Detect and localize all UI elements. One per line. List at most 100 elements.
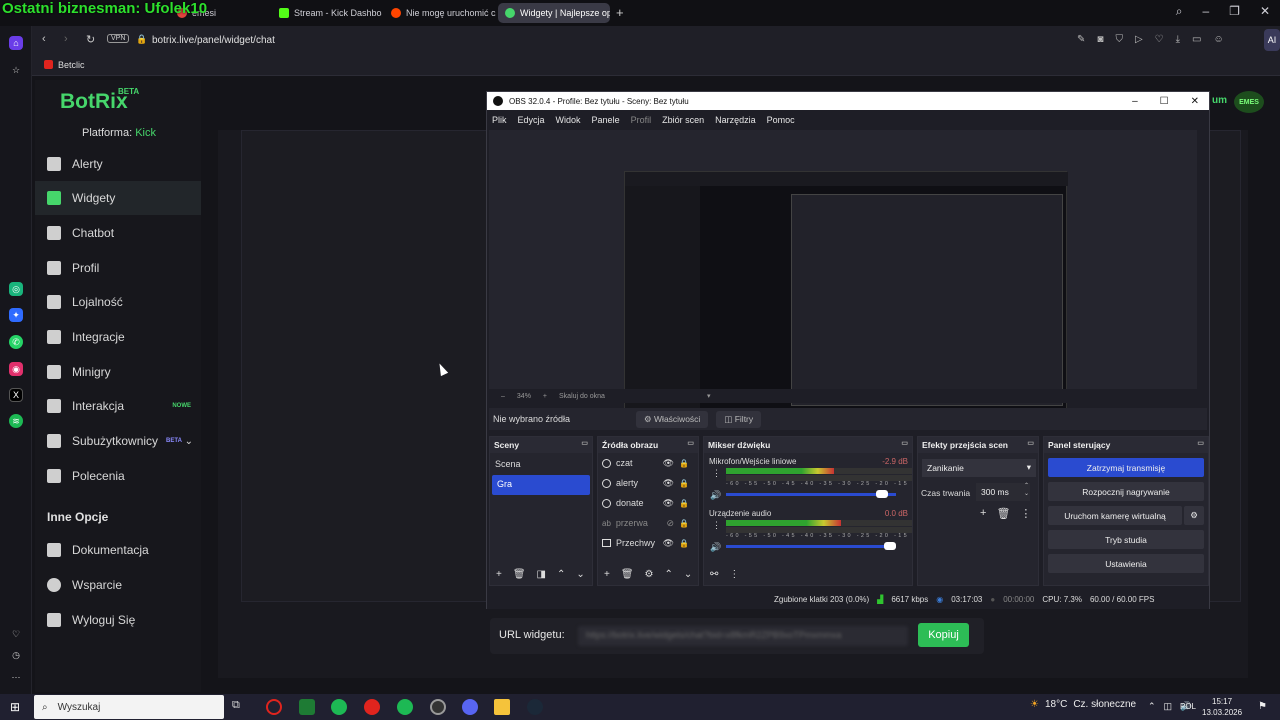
search-tabs-icon[interactable]: ⌕ [1176,4,1183,19]
copy-button[interactable]: Kopiuj [918,623,969,647]
eye-icon[interactable]: 👁 [663,538,674,549]
chevron-down-icon[interactable]: ⌄ [185,436,193,447]
volume-slider[interactable] [726,542,896,550]
menu-profil[interactable]: Profil [631,115,652,125]
stop-stream-button[interactable]: Zatrzymaj transmisję [1048,458,1204,477]
weather-widget[interactable]: ☀ 18°C Cz. słoneczne [1030,699,1136,710]
obs-minimize-button[interactable]: – [1132,96,1138,107]
network-icon[interactable]: ◫ [1164,701,1173,712]
nav-integracje[interactable]: Integracje [35,320,201,354]
add-icon[interactable]: + [980,507,986,520]
zoom-out-icon[interactable]: – [501,393,505,400]
close-button[interactable]: ✕ [1260,4,1270,19]
gear-icon[interactable]: ⚙ [1184,506,1204,525]
volume-knob[interactable] [876,490,889,498]
kebab-icon[interactable]: ⋮ [712,468,721,479]
url-field[interactable]: botrix.live/panel/widget/chat [152,35,275,46]
lock-icon[interactable]: 🔒 [679,459,689,468]
kebab-icon[interactable]: ⋮ [1020,507,1031,520]
nav-dokumentacja[interactable]: Dokumentacja [35,533,201,567]
obs-taskbar-icon[interactable] [430,699,446,715]
menu-pomoc[interactable]: Pomoc [767,115,795,125]
home-icon[interactable]: ⌂ [9,36,23,50]
nav-alerty[interactable]: Alerty [35,147,201,181]
properties-button[interactable]: ⚙ Właściwości [636,410,709,428]
lock-icon[interactable]: 🔒 [679,539,689,548]
messenger-icon[interactable]: ✦ [9,308,23,322]
source-item-hidden[interactable]: ab przerwa ⊘ 🔒 [598,513,698,533]
maximize-button[interactable]: ❐ [1229,4,1240,19]
ai-button[interactable]: AI [1264,29,1280,51]
gear-icon[interactable]: ⚙ [645,569,654,580]
obs-maximize-button[interactable]: ☐ [1160,96,1169,107]
spotify-icon[interactable]: ≋ [9,414,23,428]
file-explorer-icon[interactable] [494,699,510,715]
bookmark-betclic[interactable]: Betclic [58,60,85,70]
eye-icon[interactable]: 👁 [663,458,674,469]
trash-icon[interactable]: 🗑 [513,569,526,580]
virtual-camera-button[interactable]: Uruchom kamerę wirtualną [1048,506,1182,525]
source-item[interactable]: alerty 👁 🔒 [598,473,698,493]
nav-wyloguj[interactable]: Wyloguj Się [35,603,201,637]
heart-icon[interactable]: ♡ [9,627,23,641]
menu-narzedzia[interactable]: Narzędzia [715,115,756,125]
tab-reddit[interactable]: Nie mogę uruchomić czat [384,3,496,23]
scale-dropdown[interactable]: Skaluj do okna [559,393,605,400]
emes-logo[interactable]: EMES [1234,91,1264,113]
down-icon[interactable]: ⌄ [576,569,584,580]
duration-stepper[interactable]: ⌃ ⌄ [1024,482,1029,498]
source-item[interactable]: Przechwy 👁 🔒 [598,533,698,553]
lock-icon[interactable]: 🔒 [679,499,689,508]
obs-preview[interactable] [489,130,1197,425]
spotify-icon-2[interactable] [397,699,413,715]
opera-icon[interactable] [364,699,380,715]
transition-select[interactable]: Zanikanie ▾ [922,459,1036,477]
nav-polecenia[interactable]: Polecenia [35,459,201,493]
taskbar-clock[interactable]: 15:17 13.03.2026 [1202,696,1242,718]
nav-subuzytkownicy[interactable]: Subużytkownicy BETA ⌄ [35,424,201,458]
link-icon[interactable]: ⚯ [710,569,718,580]
profile-icon[interactable]: ☺ [1213,34,1223,45]
language-indicator[interactable]: POL [1180,702,1196,711]
add-icon[interactable]: + [496,569,502,580]
speaker-icon[interactable]: 🔊 [710,542,721,553]
whatsapp-icon[interactable]: ✆ [9,335,23,349]
widget-url-field[interactable]: https://botrix.live/widgets/chat?bid=x8f… [578,626,908,646]
back-icon[interactable]: ‹ [42,33,46,45]
studio-mode-button[interactable]: Tryb studia [1048,530,1204,549]
source-item[interactable]: donate 👁 🔒 [598,493,698,513]
spotify-icon[interactable] [331,699,347,715]
chatgpt-icon[interactable]: ◎ [9,282,23,296]
add-icon[interactable]: + [604,569,610,580]
nav-interakcja[interactable]: Interakcja NOWE [35,389,201,423]
volume-knob[interactable] [884,542,896,550]
nav-wsparcie[interactable]: Wsparcie [35,568,201,602]
nav-profil[interactable]: Profil [35,251,201,285]
nav-widgety[interactable]: Widgety [35,181,201,215]
more-icon[interactable]: ⋯ [9,670,23,684]
eye-icon[interactable]: 👁 [663,498,674,509]
star-icon[interactable]: ☆ [9,63,23,77]
steam-icon[interactable] [527,699,543,715]
lock-icon[interactable]: 🔒 [136,34,147,45]
menu-zbior-scen[interactable]: Zbiór scen [662,115,704,125]
filters-button[interactable]: ◫ Filtry [716,410,762,428]
instagram-icon[interactable]: ◉ [9,362,23,376]
notifications-icon[interactable]: ⚑ [1258,701,1267,712]
menu-edycja[interactable]: Edycja [518,115,545,125]
excel-icon[interactable] [299,699,315,715]
up-icon[interactable]: ⌃ [665,569,673,580]
lock-icon[interactable]: 🔒 [679,519,689,528]
menu-plik[interactable]: Plik [492,115,507,125]
x-icon[interactable]: X [9,388,23,402]
minimize-button[interactable]: – [1202,4,1209,19]
nav-minigry[interactable]: Minigry [35,355,201,389]
lock-icon[interactable]: 🔒 [679,479,689,488]
speaker-icon[interactable]: 🔊 [710,490,721,501]
camera-icon[interactable]: ◙ [1097,34,1103,45]
settings-button[interactable]: Ustawienia [1048,554,1204,573]
obs-close-button[interactable]: ✕ [1191,96,1199,107]
menu-widok[interactable]: Widok [556,115,581,125]
edit-icon[interactable]: ✎ [1077,34,1085,45]
chevron-down-icon[interactable]: ▾ [707,392,711,400]
